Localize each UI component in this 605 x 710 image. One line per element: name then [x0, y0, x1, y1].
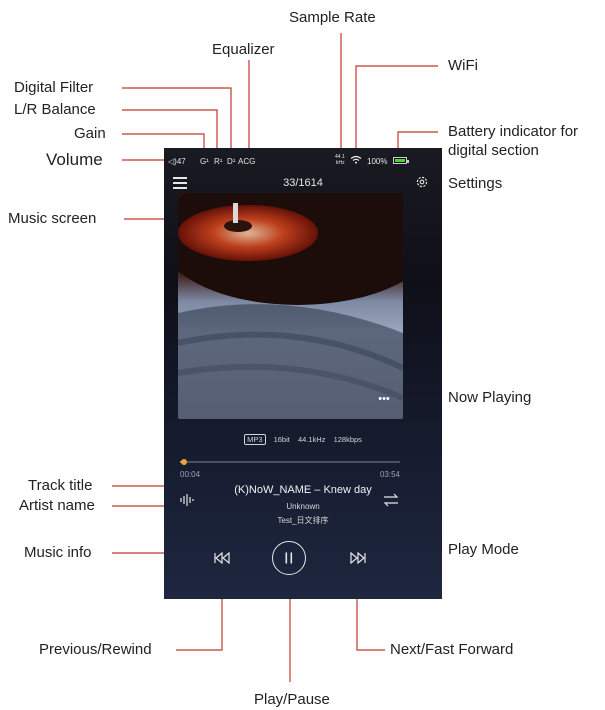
artist-name: Unknown — [286, 502, 320, 511]
leader-digital-filter — [122, 87, 232, 152]
filter-indicator: D¹ — [227, 157, 236, 166]
next-icon[interactable] — [350, 552, 366, 564]
label-wifi: WiFi — [448, 57, 478, 74]
label-lr-balance: L/R Balance — [14, 101, 96, 118]
format-badge: MP3 — [244, 434, 266, 445]
label-play-mode: Play Mode — [448, 541, 519, 558]
progress-knob[interactable] — [180, 459, 187, 465]
sample-rate-unit: kHz — [336, 160, 345, 166]
leader-lr-balance — [122, 109, 218, 152]
label-battery-line1: Battery indicator for — [448, 123, 579, 140]
label-music-info: Music info — [24, 544, 92, 561]
label-music-screen: Music screen — [8, 210, 97, 227]
label-artist-name: Artist name — [19, 497, 95, 514]
previous-icon[interactable] — [214, 552, 230, 564]
label-previous-rewind: Previous/Rewind — [39, 641, 152, 658]
label-digital-filter: Digital Filter — [14, 79, 94, 96]
album-art: ••• — [178, 193, 403, 419]
balance-indicator: R¹ — [214, 157, 223, 166]
battery-percent: 100% — [367, 157, 388, 166]
format-info: MP3 16bit 44.1kHz 128kbps — [164, 434, 442, 445]
progress-bar[interactable] — [180, 459, 400, 465]
volume-indicator: ◁)47 — [168, 157, 186, 166]
sample-rate: 44.1kHz — [297, 435, 326, 444]
bit-depth: 16bit — [273, 435, 290, 444]
equalizer-indicator: ACG — [238, 157, 256, 166]
more-icon[interactable]: ••• — [375, 394, 393, 405]
label-volume: Volume — [46, 150, 103, 169]
label-play-pause: Play/Pause — [254, 691, 330, 708]
battery-icon — [393, 157, 409, 164]
play-pause-icon — [285, 552, 293, 564]
label-equalizer: Equalizer — [212, 41, 275, 58]
label-gain: Gain — [74, 125, 106, 142]
elapsed-time: 00:04 — [180, 470, 201, 479]
vinyl-record-image — [178, 193, 403, 419]
play-mode-icon[interactable] — [383, 493, 399, 507]
gear-icon[interactable] — [415, 175, 429, 189]
album-name: Test_日文排序 — [277, 516, 329, 525]
total-time: 03:54 — [379, 470, 400, 479]
label-battery-line2: digital section — [448, 142, 539, 159]
label-sample-rate: Sample Rate — [289, 9, 376, 26]
track-counter: 33/1614 — [283, 177, 323, 189]
gain-indicator: G¹ — [200, 157, 209, 166]
bitrate: 128kbps — [333, 435, 362, 444]
play-pause-button[interactable] — [272, 541, 306, 575]
leader-wifi — [355, 65, 438, 152]
label-settings: Settings — [448, 175, 503, 192]
label-track-title: Track title — [28, 477, 93, 494]
track-title: (K)NoW_NAME – Knew day — [234, 484, 372, 496]
label-next-fast-forward: Next/Fast Forward — [390, 641, 514, 658]
label-now-playing: Now Playing — [448, 389, 532, 406]
player-screen: ◁)47 G¹ R¹ D¹ ACG 44.1 kHz 100% 33/1614 — [164, 148, 442, 599]
wifi-icon — [350, 155, 362, 164]
